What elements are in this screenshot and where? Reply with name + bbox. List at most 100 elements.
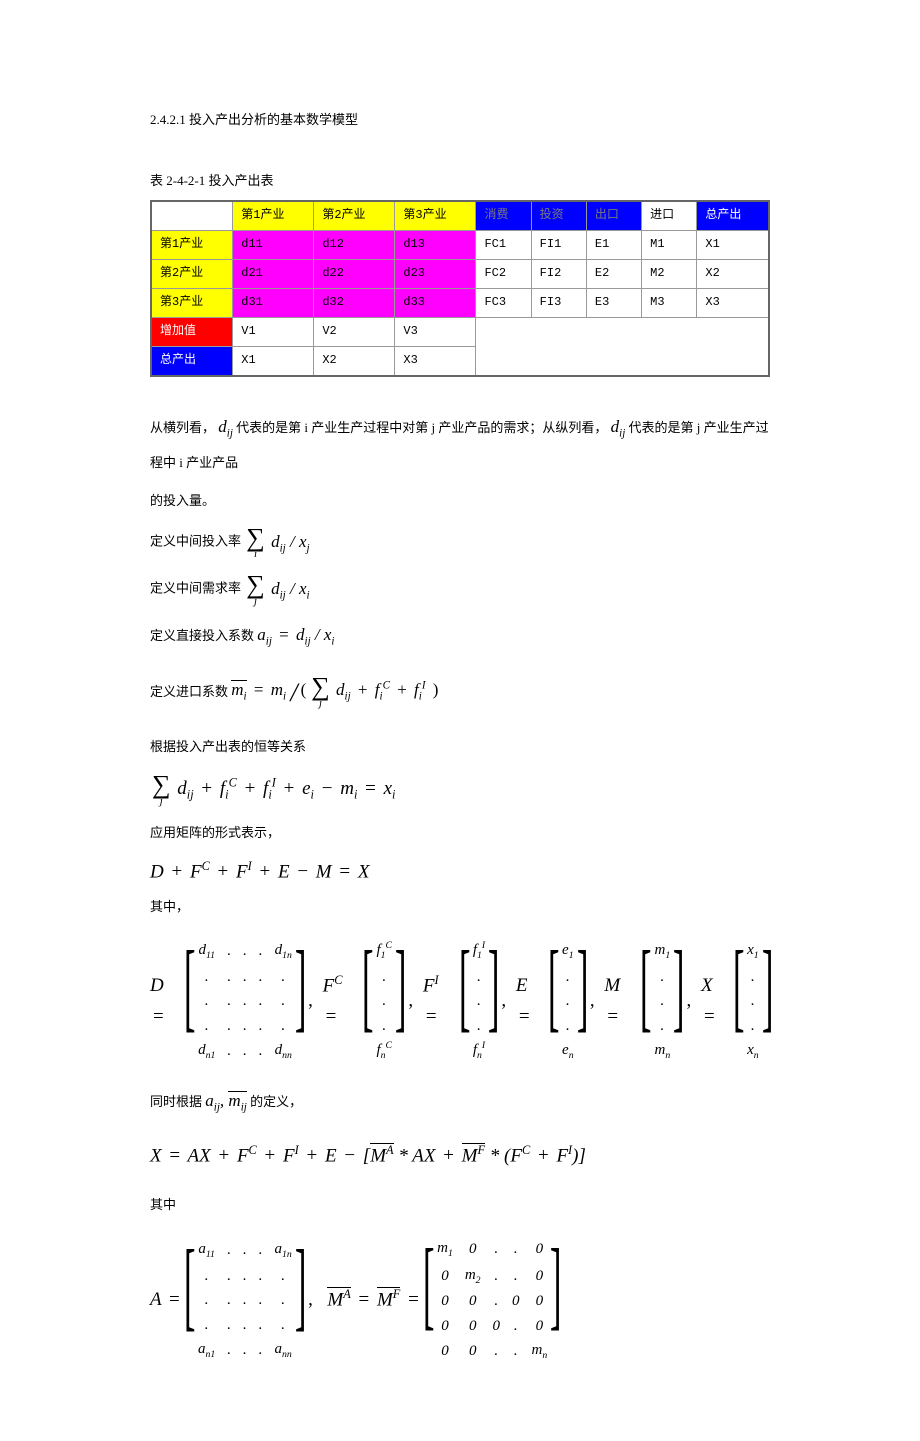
cell: FI3 — [531, 288, 586, 317]
th-total: 总产出 — [697, 201, 769, 231]
text: 从横列看， — [150, 420, 215, 435]
para-where2: 其中 — [150, 1189, 770, 1220]
text: 定义直接投入系数 — [150, 628, 254, 643]
label-FI: FI = — [423, 971, 460, 1032]
cell: X3 — [395, 346, 476, 376]
text: 的定义， — [250, 1094, 302, 1109]
para-where: 其中， — [150, 891, 770, 922]
cell: X1 — [233, 346, 314, 376]
cell: X3 — [697, 288, 769, 317]
eq-matrix: D + FC + FI + E − M = X — [150, 858, 770, 885]
math-demand-rate: ∑j dij / xi — [244, 579, 309, 598]
cell: X1 — [697, 230, 769, 259]
empty-block — [476, 317, 769, 376]
cell: E2 — [586, 259, 641, 288]
label-X: X = — [701, 971, 734, 1032]
math-mbar: mi = mi /(∑j dij + fiC + fiI ) — [231, 680, 441, 699]
matrix-D: [ d11...d1n ..... ..... ..... dn1...dnn … — [187, 936, 303, 1067]
cell: V2 — [314, 317, 395, 346]
math-dij: dij — [218, 417, 233, 436]
math-input-rate: ∑i dij / xj — [244, 532, 309, 551]
math-aij-mij: aij, mij — [205, 1091, 247, 1110]
row-label: 总产出 — [151, 346, 233, 376]
th-ind1: 第1产业 — [233, 201, 314, 231]
cell: E3 — [586, 288, 641, 317]
cell: d31 — [233, 288, 314, 317]
label-FC: FC = — [323, 971, 363, 1032]
cell: E1 — [586, 230, 641, 259]
section-heading: 2.4.2.1 投入产出分析的基本数学模型 — [150, 110, 770, 131]
table-row: 增加值 V1 V2 V3 — [151, 317, 769, 346]
label-M: M = — [604, 971, 641, 1032]
matrices-def: D = [ d11...d1n ..... ..... ..... dn1...… — [150, 936, 770, 1067]
table-row: 第2产业 d21 d22 d23 FC2 FI2 E2 M2 X2 — [151, 259, 769, 288]
th-export: 出口 — [586, 201, 641, 231]
para-identity-intro: 根据投入产出表的恒等关系 — [150, 731, 770, 762]
cell: FC1 — [476, 230, 531, 259]
math-dij: dij — [611, 417, 626, 436]
text: 定义中间投入率 — [150, 533, 241, 548]
table-header-row: 第1产业 第2产业 第3产业 消费 投资 出口 进口 总产出 — [151, 201, 769, 231]
label-MA-MF: MA = MF = — [327, 1285, 423, 1315]
matrix-X: [ x1...xn ] — [736, 936, 770, 1067]
label-A: A = — [150, 1285, 185, 1315]
row-label: 第2产业 — [151, 259, 233, 288]
math-aij: aij = dij / xi — [257, 625, 334, 644]
text: 代表的是第 i 产业生产过程中对第 j 产业产品的需求；从纵列看， — [236, 420, 607, 435]
table-row: 第1产业 d11 d12 d13 FC1 FI1 E1 M1 X1 — [151, 230, 769, 259]
cell: X2 — [314, 346, 395, 376]
text: 定义中间需求率 — [150, 580, 241, 595]
cell: d23 — [395, 259, 476, 288]
para-by-def: 同时根据 aij, mij 的定义， — [150, 1081, 770, 1122]
para-row-col: 从横列看， dij 代表的是第 i 产业生产过程中对第 j 产业产品的需求；从纵… — [150, 407, 770, 479]
th-ind3: 第3产业 — [395, 201, 476, 231]
label-E: E = — [516, 971, 549, 1032]
para-matrix-form: 应用矩阵的形式表示， — [150, 817, 770, 848]
table-caption: 表 2-4-2-1 投入产出表 — [150, 171, 770, 192]
th-consume: 消费 — [476, 201, 531, 231]
th-blank — [151, 201, 233, 231]
cell: d21 — [233, 259, 314, 288]
th-invest: 投资 — [531, 201, 586, 231]
matrix-FC: [ f1C...fnC ] — [365, 936, 403, 1067]
cell: d32 — [314, 288, 395, 317]
eq-X: X = AX + FC + FI + E − [MA * AX + MF * (… — [150, 1142, 770, 1169]
table-row: 第3产业 d31 d32 d33 FC3 FI3 E3 M3 X3 — [151, 288, 769, 317]
def-demand-rate: 定义中间需求率 ∑j dij / xi — [150, 569, 770, 610]
cell: d11 — [233, 230, 314, 259]
text: 定义进口系数 — [150, 684, 228, 699]
cell: V1 — [233, 317, 314, 346]
eq-identity: ∑j dij + fiC + fiI + ei − mi = xi — [150, 772, 770, 807]
cell: FI2 — [531, 259, 586, 288]
matrix-MA: [ m10..0 0m2..0 00.00 000.0 00..mn ] — [426, 1234, 559, 1367]
row-label: 第3产业 — [151, 288, 233, 317]
matrix-FI: [ f1I...fnI ] — [462, 936, 497, 1067]
row-label: 第1产业 — [151, 230, 233, 259]
matrix-E: [ e1...en ] — [551, 936, 585, 1067]
text: 同时根据 — [150, 1094, 202, 1109]
cell: d13 — [395, 230, 476, 259]
matrix-A: [ a11...a1n ..... ..... ..... an1...ann … — [187, 1235, 303, 1366]
cell: FC3 — [476, 288, 531, 317]
label-D: D = — [150, 971, 185, 1032]
cell: X2 — [697, 259, 769, 288]
cell: FI1 — [531, 230, 586, 259]
io-table: 第1产业 第2产业 第3产业 消费 投资 出口 进口 总产出 第1产业 d11 … — [150, 200, 770, 377]
def-input-rate: 定义中间投入率 ∑i dij / xj — [150, 522, 770, 563]
cell: d22 — [314, 259, 395, 288]
cell: d12 — [314, 230, 395, 259]
cell: FC2 — [476, 259, 531, 288]
th-import: 进口 — [642, 201, 697, 231]
para-continued: 的投入量。 — [150, 485, 770, 516]
cell: M2 — [642, 259, 697, 288]
cell: M3 — [642, 288, 697, 317]
cell: V3 — [395, 317, 476, 346]
th-ind2: 第2产业 — [314, 201, 395, 231]
cell: M1 — [642, 230, 697, 259]
cell: d33 — [395, 288, 476, 317]
def-import-coef: 定义进口系数 mi = mi /(∑j dij + fiC + fiI ) — [150, 662, 770, 724]
def-direct-coef: 定义直接投入系数 aij = dij / xi — [150, 615, 770, 656]
row-label: 增加值 — [151, 317, 233, 346]
matrices-A-M: A = [ a11...a1n ..... ..... ..... an1...… — [150, 1234, 770, 1367]
matrix-M: [ m1...mn ] — [643, 936, 681, 1067]
